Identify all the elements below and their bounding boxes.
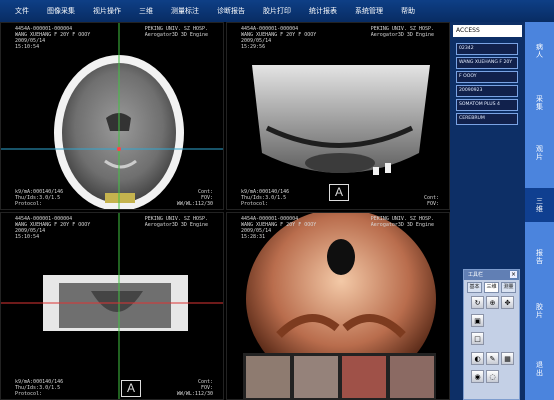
zoom-tool-button[interactable]: ⊕ — [486, 296, 499, 309]
menu-diagnosis-report[interactable]: 诊断报告 — [208, 6, 254, 16]
layer-icon: ▣ — [474, 317, 481, 325]
patient-sidebar: ACCESS 02342 WANG XUEHANG F 20Y F OOOY 2… — [450, 22, 525, 400]
skull-3d-image — [252, 65, 430, 175]
rotate-tool-button[interactable]: ↻ — [471, 296, 484, 309]
grid-tool-button[interactable]: ▦ — [501, 352, 514, 365]
frame-icon: □ — [474, 335, 481, 343]
palette-tool-button[interactable]: ◉ — [471, 370, 484, 383]
menu-3d[interactable]: 三维 — [130, 6, 162, 16]
brush-icon: ✎ — [489, 355, 496, 363]
tab-basic[interactable]: 基本 — [467, 282, 482, 293]
close-icon[interactable]: × — [510, 271, 517, 278]
menu-measure-annotate[interactable]: 测量标注 — [162, 6, 208, 16]
color-tool-button[interactable]: ◐ — [471, 352, 484, 365]
overlay-patient-info: 4454A-000001-000004 WANG XUEHANG F 20Y F… — [241, 26, 317, 50]
rotate-icon: ↻ — [474, 299, 481, 307]
patient-id-field[interactable]: 02342 — [456, 43, 518, 55]
overlay-hospital-info: PEKING UNIV. SZ HOSP. Aerogator3D 3D Eng… — [370, 26, 434, 38]
tool-panel: 工具栏 × 基本 三维 测量 ↻ ⊕ ✥ ▣ □ ◐ ✎ ▦ ◉ ◌ — [463, 269, 520, 400]
overlay-acquisition-info: k9/mA:000140/146 Thu/Ids:3.0/1.5 Protoco… — [15, 379, 64, 397]
tab-measure[interactable]: 测量 — [501, 282, 516, 293]
anterior-marker: A — [329, 184, 349, 201]
overlay-acquisition-info: k9/mA:000140/146 Thu/Ids:3.0/1.5 Protoco… — [15, 189, 64, 207]
menu-system-management[interactable]: 系统管理 — [346, 6, 392, 16]
tool-tabs: 基本 三维 测量 — [464, 280, 519, 295]
skull-base-viewport[interactable]: 4454A-000001-000004 WANG XUEHANG F 20Y F… — [226, 212, 450, 400]
layer-tool-button[interactable]: ▣ — [471, 314, 484, 327]
nav-exit[interactable]: 退出 — [525, 352, 554, 386]
patient-name-field[interactable]: WANG XUEHANG F 20Y — [456, 57, 518, 69]
coronal-ct-image — [1, 213, 223, 399]
overlay-hospital-info: PEKING UNIV. SZ HOSP. Aerogator3D 3D Eng… — [370, 216, 434, 228]
body-part-field[interactable]: CEREBRUM — [456, 113, 518, 125]
frame-tool-button[interactable]: □ — [471, 332, 484, 345]
tab-3d[interactable]: 三维 — [484, 282, 499, 293]
overlay-window-info: Cont: FOV: — [423, 195, 439, 207]
reset-tool-button[interactable]: ◌ — [486, 370, 499, 383]
coronal-viewport[interactable]: 4454A-000001-000004 WANG XUEHANG F 20Y F… — [0, 212, 224, 400]
palette-icon: ◉ — [474, 373, 481, 381]
patient-sex-age-field[interactable]: F OOOY — [456, 71, 518, 83]
menu-image-capture[interactable]: 图像采集 — [38, 6, 84, 16]
skull-base-3d-image — [243, 213, 436, 399]
sidebar-top-box: ACCESS — [453, 25, 522, 37]
tool-panel-title: 工具栏 × — [464, 270, 519, 280]
right-navigation: 病人 采集 观片 三维 报告 胶片 退出 — [525, 22, 554, 400]
nav-view[interactable]: 观片 — [525, 136, 554, 170]
nav-report[interactable]: 报告 — [525, 240, 554, 274]
grid-icon: ▦ — [504, 355, 511, 363]
nav-acquisition[interactable]: 采集 — [525, 86, 554, 120]
scanner-model-field[interactable]: SOMATOM PLUS 4 — [456, 99, 518, 111]
overlay-patient-info: 4454A-000001-000004 WANG XUEHANG F 20Y F… — [15, 216, 91, 240]
menu-bar: 文件 图像采集 视片操作 三维 测量标注 诊断报告 胶片打印 统计报表 系统管理… — [0, 0, 554, 23]
brush-tool-button[interactable]: ✎ — [486, 352, 499, 365]
nav-film[interactable]: 胶片 — [525, 294, 554, 328]
menu-film-print[interactable]: 胶片打印 — [254, 6, 300, 16]
overlay-hospital-info: PEKING UNIV. SZ HOSP. Aerogator3D 3D Eng… — [144, 216, 208, 228]
image-viewer: 4454A-000001-000004 WANG XUEHANG F 20Y F… — [0, 22, 450, 400]
overlay-window-info: Cont: FOV: WW/WL:112/30 — [176, 189, 213, 207]
overlay-hospital-info: PEKING UNIV. SZ HOSP. Aerogator3D 3D Eng… — [144, 26, 208, 38]
menu-statistics[interactable]: 统计报表 — [300, 6, 346, 16]
overlay-acquisition-info: k9/mA:000140/146 Thu/Ids:3.0/1.5 Protoco… — [241, 189, 290, 207]
anterior-marker: A — [121, 380, 141, 397]
pan-icon: ✥ — [504, 299, 511, 307]
color-icon: ◐ — [474, 355, 481, 363]
nav-patient[interactable]: 病人 — [525, 34, 554, 68]
overlay-window-info: Cont: FOV: WW/WL:112/30 — [176, 379, 213, 397]
overlay-patient-info: 4454A-000001-000004 WANG XUEHANG F 20Y F… — [241, 216, 317, 240]
menu-help[interactable]: 帮助 — [392, 6, 424, 16]
reset-icon: ◌ — [489, 373, 496, 381]
menu-view-operation[interactable]: 视片操作 — [84, 6, 130, 16]
axial-ct-image — [1, 23, 223, 209]
skull-render-viewport[interactable]: 4454A-000001-000004 WANG XUEHANG F 20Y F… — [226, 22, 450, 210]
overlay-patient-info: 4454A-000001-000004 WANG XUEHANG F 20Y F… — [15, 26, 91, 50]
menu-file[interactable]: 文件 — [0, 6, 38, 16]
zoom-icon: ⊕ — [489, 299, 496, 307]
axial-viewport[interactable]: 4454A-000001-000004 WANG XUEHANG F 20Y F… — [0, 22, 224, 210]
nav-3d[interactable]: 三维 — [525, 188, 554, 222]
study-date-field[interactable]: 20090923 — [456, 85, 518, 97]
pan-tool-button[interactable]: ✥ — [501, 296, 514, 309]
